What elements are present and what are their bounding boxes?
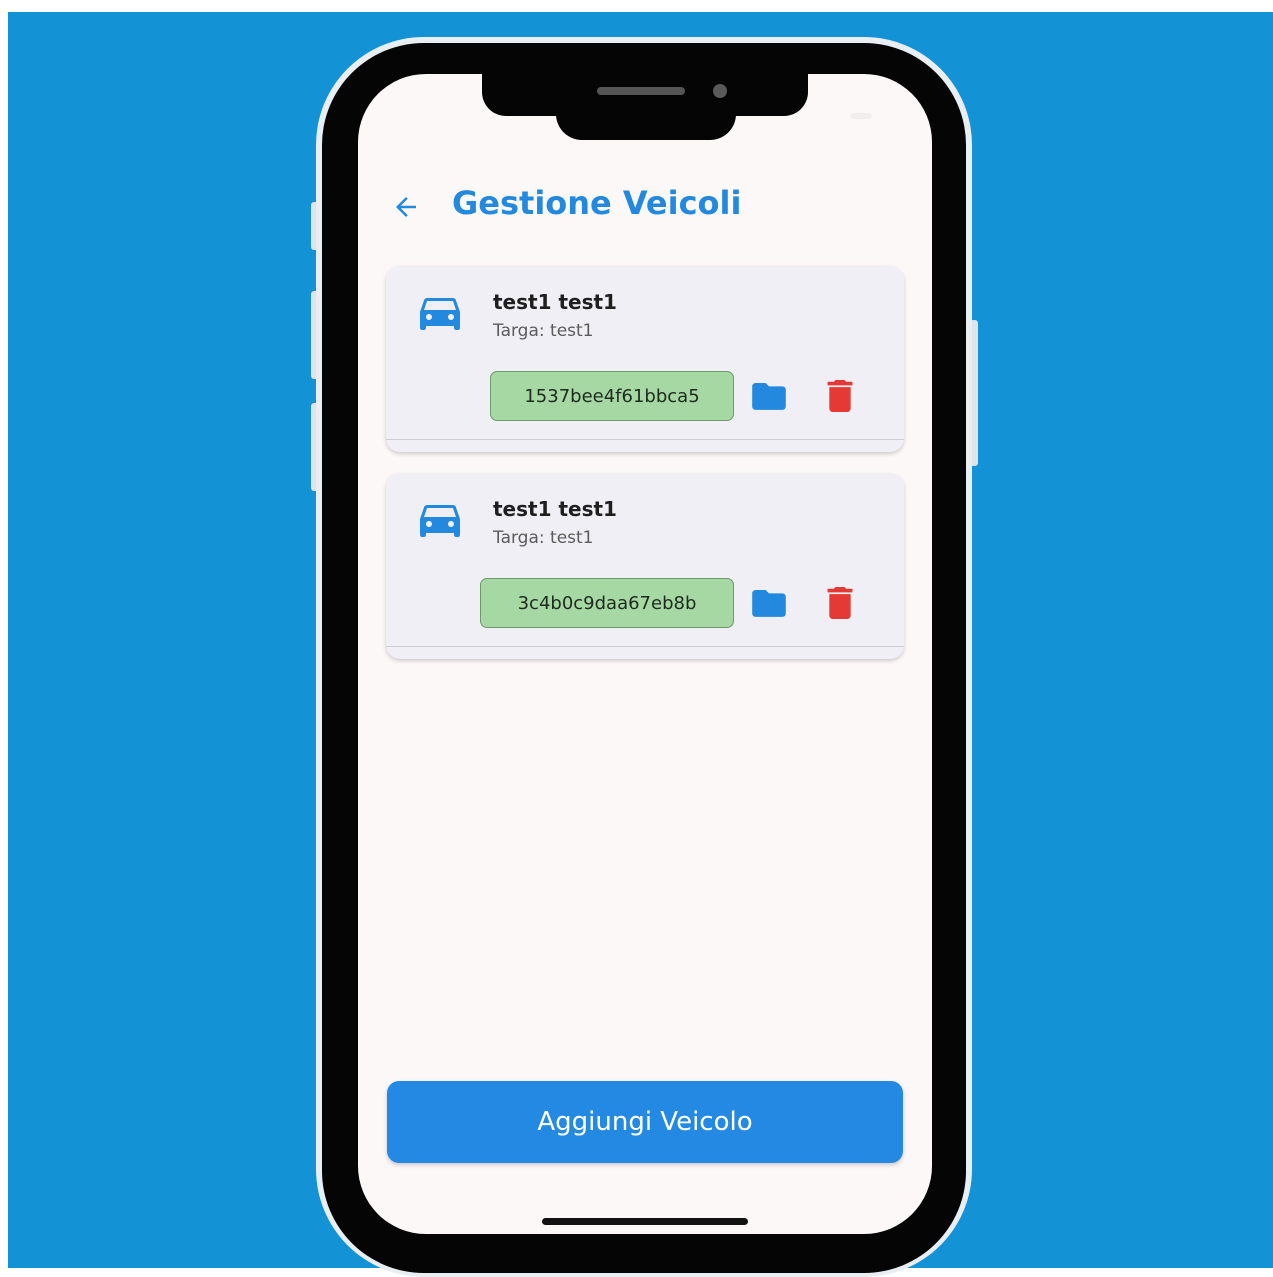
front-camera	[713, 84, 727, 98]
vehicle-plate: Targa: test1	[493, 321, 594, 341]
plate-value: test1	[550, 321, 594, 341]
trash-icon[interactable]	[827, 587, 853, 619]
plate-label: Targa:	[493, 528, 545, 548]
speaker-grille	[597, 87, 685, 95]
page-title: Gestione Veicoli	[452, 184, 742, 222]
home-indicator	[542, 1218, 748, 1225]
card-divider	[386, 439, 904, 440]
add-vehicle-button[interactable]: Aggiungi Veicolo	[387, 1081, 903, 1163]
trash-icon[interactable]	[827, 380, 853, 412]
car-icon	[420, 298, 460, 330]
card-divider	[386, 646, 904, 647]
vehicle-code-chip[interactable]: 1537bee4f61bbca5	[490, 371, 734, 421]
back-button[interactable]	[389, 190, 423, 224]
vehicle-name: test1 test1	[493, 290, 617, 314]
car-icon	[420, 505, 460, 537]
plate-value: test1	[550, 528, 594, 548]
plate-label: Targa:	[493, 321, 545, 341]
vehicle-code-chip[interactable]: 3c4b0c9daa67eb8b	[480, 578, 734, 628]
vehicle-card: test1 test1 Targa: test1 3c4b0c9daa67eb8…	[386, 473, 904, 659]
vehicle-plate: Targa: test1	[493, 528, 594, 548]
vehicle-name: test1 test1	[493, 497, 617, 521]
folder-icon[interactable]	[752, 590, 786, 618]
folder-icon[interactable]	[752, 383, 786, 411]
notch-lower	[556, 100, 736, 140]
vehicle-card: test1 test1 Targa: test1 1537bee4f61bbca…	[386, 266, 904, 452]
arrow-left-icon	[396, 197, 416, 217]
status-indicator	[850, 113, 872, 119]
